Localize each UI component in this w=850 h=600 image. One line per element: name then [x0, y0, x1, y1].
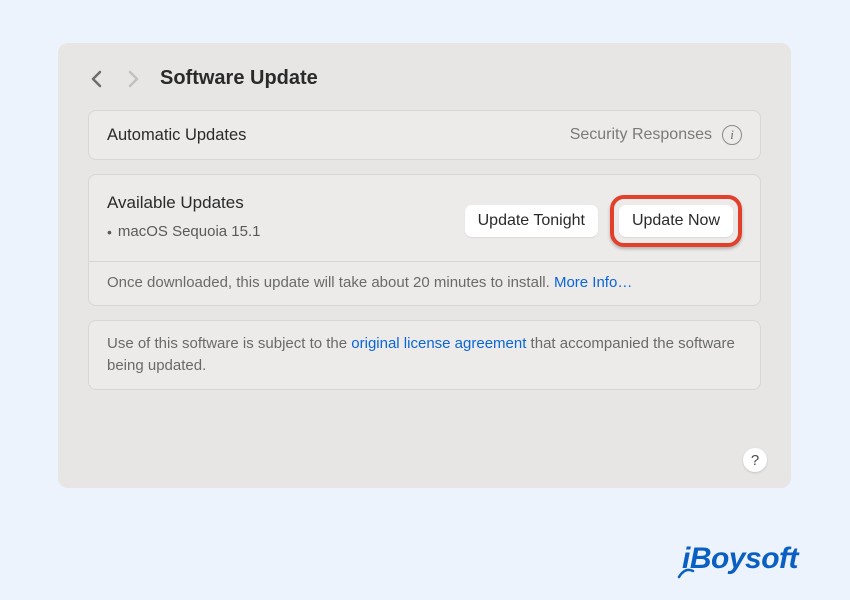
automatic-updates-section: Automatic Updates Security Responses i [88, 110, 761, 160]
update-item: • macOS Sequoia 15.1 [107, 223, 261, 240]
software-update-window: Software Update Automatic Updates Securi… [58, 43, 791, 488]
chevron-left-icon [90, 69, 104, 89]
license-link[interactable]: original license agreement [351, 335, 526, 352]
forward-button[interactable] [124, 70, 142, 88]
automatic-updates-detail: Security Responses [570, 126, 712, 144]
highlight-annotation: Update Now [610, 195, 742, 247]
download-note-text: Once downloaded, this update will take a… [107, 274, 554, 291]
automatic-updates-label: Automatic Updates [107, 126, 246, 145]
help-button[interactable]: ? [743, 448, 767, 472]
back-button[interactable] [88, 70, 106, 88]
page-title: Software Update [160, 67, 318, 90]
update-item-label: macOS Sequoia 15.1 [118, 223, 261, 240]
chevron-right-icon [126, 69, 140, 89]
bullet-icon: • [107, 224, 112, 240]
available-updates-title: Available Updates [107, 193, 261, 213]
update-now-button[interactable]: Update Now [619, 205, 733, 237]
available-updates-section: Available Updates • macOS Sequoia 15.1 U… [88, 174, 761, 306]
header: Software Update [58, 43, 791, 110]
automatic-updates-detail-group: Security Responses i [570, 125, 742, 145]
info-icon[interactable]: i [722, 125, 742, 145]
automatic-updates-row[interactable]: Automatic Updates Security Responses i [89, 111, 760, 159]
update-tonight-button[interactable]: Update Tonight [465, 205, 598, 237]
swoosh-icon [677, 567, 695, 579]
more-info-link[interactable]: More Info… [554, 274, 632, 291]
watermark-logo: iBoysoft [682, 542, 798, 576]
watermark-text: iBoysoft [682, 542, 798, 576]
license-prefix: Use of this software is subject to the [107, 335, 351, 352]
update-buttons: Update Tonight Update Now [465, 195, 742, 247]
download-note: Once downloaded, this update will take a… [89, 262, 760, 305]
license-section: Use of this software is subject to the o… [88, 320, 761, 390]
